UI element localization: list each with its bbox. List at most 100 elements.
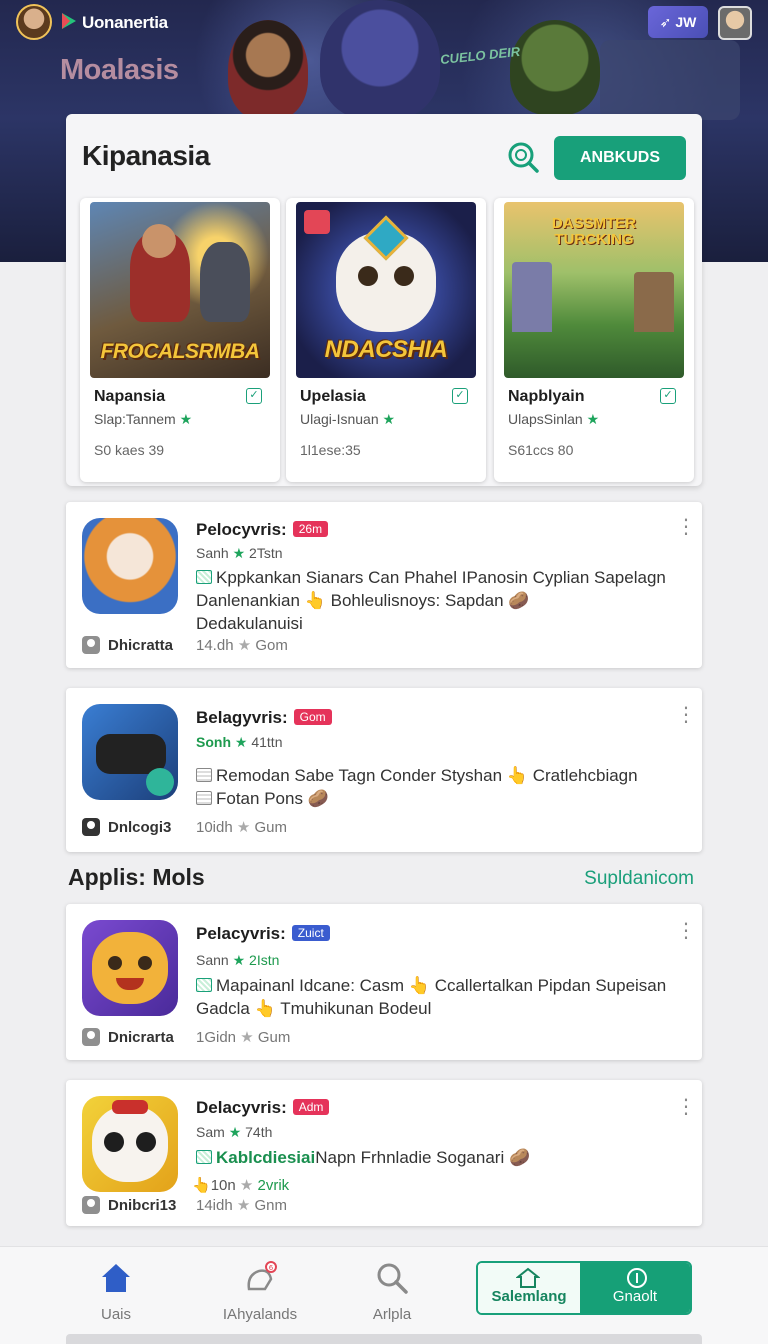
user-icon (82, 1028, 100, 1046)
game-card[interactable]: NDACSHIA Upelasia ✓ Ulagi-Isnuan ★ 1l1es… (286, 198, 486, 482)
game-subtitle: Ulagi-Isnuan ★ (300, 411, 396, 427)
app-downloads: 1Gidn ★ Gum (196, 1029, 291, 1046)
emoji-icon: 👆 (408, 976, 430, 995)
description-icon (196, 791, 212, 805)
nav-split-toggle: Salemlang Gnaolt (476, 1261, 692, 1315)
game-meta: S0 kaes 39 (94, 442, 165, 458)
emoji-icon: 🥔 (307, 789, 329, 808)
game-meta: S61ccs 80 (508, 442, 574, 458)
more-options-icon[interactable]: ⋮ (676, 921, 696, 941)
home-icon (102, 1264, 130, 1292)
search-icon[interactable] (506, 140, 540, 174)
more-options-icon[interactable]: ⋮ (676, 1097, 696, 1117)
featured-cta-button[interactable]: ANBKUDS (554, 136, 686, 180)
nav-item-apps[interactable]: 6 IAhyalands (200, 1261, 320, 1323)
nav-split-right-label: Gnaolt (612, 1288, 658, 1305)
user-icon (82, 636, 100, 654)
rewards-label: JW (675, 14, 697, 30)
app-name: Pelocyvris: 26m (196, 520, 329, 540)
game-name: Napblyain (508, 388, 585, 405)
more-options-icon[interactable]: ⋮ (676, 705, 696, 725)
emoji-icon: 👆 (254, 999, 276, 1018)
app-icon (82, 518, 178, 614)
wand-icon: ➶ (659, 13, 672, 30)
app-card[interactable]: Pelocyvris: 26m Sanh ★ 2Tstn Kppkankan Si… (66, 502, 702, 668)
user-icon (82, 818, 100, 836)
description-icon (196, 768, 212, 782)
game-card[interactable]: DASSMTER TURCKING Napblyain ✓ UlapsSinla… (494, 198, 694, 482)
app-author: Dhicratta (82, 636, 173, 654)
nav-label: Arlpla (372, 1306, 412, 1323)
emoji-icon: 👆 (192, 1177, 211, 1194)
emoji-icon: 👆 (506, 766, 528, 785)
play-store-icon (62, 13, 76, 29)
nav-split-right[interactable]: Gnaolt (580, 1263, 690, 1313)
game-subtitle: Slap:Tannem ★ (94, 411, 193, 427)
nav-label: IAhyalands (222, 1306, 298, 1323)
featured-title: Kipanasia (82, 140, 210, 171)
verified-icon: ✓ (452, 388, 468, 404)
game-name: Upelasia (300, 388, 366, 405)
section-see-all-link[interactable]: Supldanicom (584, 868, 694, 890)
app-badge: Gom (293, 709, 332, 725)
search-icon (377, 1263, 408, 1294)
hero-title: Moalasis (60, 54, 179, 86)
app-icon (82, 704, 178, 800)
app-author: Dnibcri13 (82, 1196, 176, 1214)
description-icon (196, 978, 212, 992)
rewards-badge[interactable]: ➶ JW (648, 6, 708, 38)
app-downloads: 10idh ★ Gum (196, 819, 288, 836)
store-icon (516, 1267, 540, 1288)
brand-name: Uonanertia (82, 13, 168, 32)
section-title: Applis: Mols (68, 864, 205, 890)
profile-avatar[interactable] (718, 6, 752, 40)
app-rating: Sann ★ 2Istn (196, 952, 280, 968)
hero-castle (600, 40, 740, 120)
verified-icon: ✓ (660, 388, 676, 404)
app-description: KablcdiesiaiNapn Frhnladie Soganari 🥔 (196, 1146, 682, 1169)
app-card[interactable]: Pelacyvris: Zuict Sann ★ 2Istn Mapainanl … (66, 904, 702, 1060)
nav-label: Uais (100, 1306, 131, 1323)
svg-text:6: 6 (269, 1264, 274, 1272)
game-card[interactable]: FROCALSRMBA Napansia ✓ Slap:Tannem ★ S0 … (80, 198, 280, 482)
app-card[interactable]: Belagyvris: Gom Sonh ★ 41ttn Remodan Sabe… (66, 688, 702, 852)
user-icon (82, 1196, 100, 1214)
app-downloads: 14idh ★ Gnm (196, 1197, 288, 1214)
app-icon (82, 920, 178, 1016)
app-icon (82, 1096, 178, 1192)
app-name: Pelacyvris: Zuict (196, 924, 330, 944)
game-meta: 1l1ese:35 (300, 442, 361, 458)
game-name: Napansia (94, 388, 166, 405)
app-author: Dnicrarta (82, 1028, 174, 1046)
game-subtitle: UlapsSinlan ★ (508, 411, 600, 427)
nav-item-home[interactable]: Uais (56, 1261, 176, 1323)
game-controller-icon: 6 (247, 1261, 277, 1291)
app-name: Delacyvris: Adm (196, 1098, 330, 1118)
game-logo: FROCALSRMBA (100, 340, 260, 363)
app-rating: Sam ★ 74th (196, 1124, 273, 1140)
app-description: Kppkankan Sianars Can Phahel IPanosin Cy… (196, 568, 666, 633)
game-logo: NDACSHIA (324, 336, 448, 363)
app-extra: 👆10n ★ 2vrik (192, 1177, 290, 1194)
app-name: Belagyvris: Gom (196, 708, 332, 728)
more-options-icon[interactable]: ⋮ (676, 517, 696, 537)
bottom-navigation: Uais 6 IAhyalands Arlpla Salemlang Gnaol… (0, 1246, 768, 1344)
game-logo: DASSMTER TURCKING (551, 215, 637, 248)
app-author: Dnlcogi3 (82, 818, 171, 836)
home-indicator (66, 1334, 702, 1344)
avatar[interactable] (16, 4, 52, 40)
verified-icon: ✓ (246, 388, 262, 404)
nav-item-search[interactable]: Arlpla (332, 1261, 452, 1323)
app-rating: Sanh ★ 2Tstn (196, 545, 283, 561)
nav-split-left-label: Salemlang (491, 1288, 567, 1305)
app-rating: Sonh ★ 41ttn (196, 734, 283, 750)
app-card[interactable]: Delacyvris: Adm Sam ★ 74th KablcdiesiaiNa… (66, 1080, 702, 1226)
description-icon (196, 1150, 212, 1164)
app-downloads: 14.dh ★ Gom (196, 637, 288, 654)
description-icon (196, 570, 212, 584)
emoji-icon: 🥔 (508, 591, 530, 610)
game-cover: FROCALSRMBA (90, 202, 270, 378)
emoji-icon: 🥔 (508, 1148, 531, 1167)
app-description: Mapainanl Idcane: Casm 👆 Ccallertalkan P… (196, 976, 667, 1018)
nav-split-left[interactable]: Salemlang (478, 1263, 580, 1313)
